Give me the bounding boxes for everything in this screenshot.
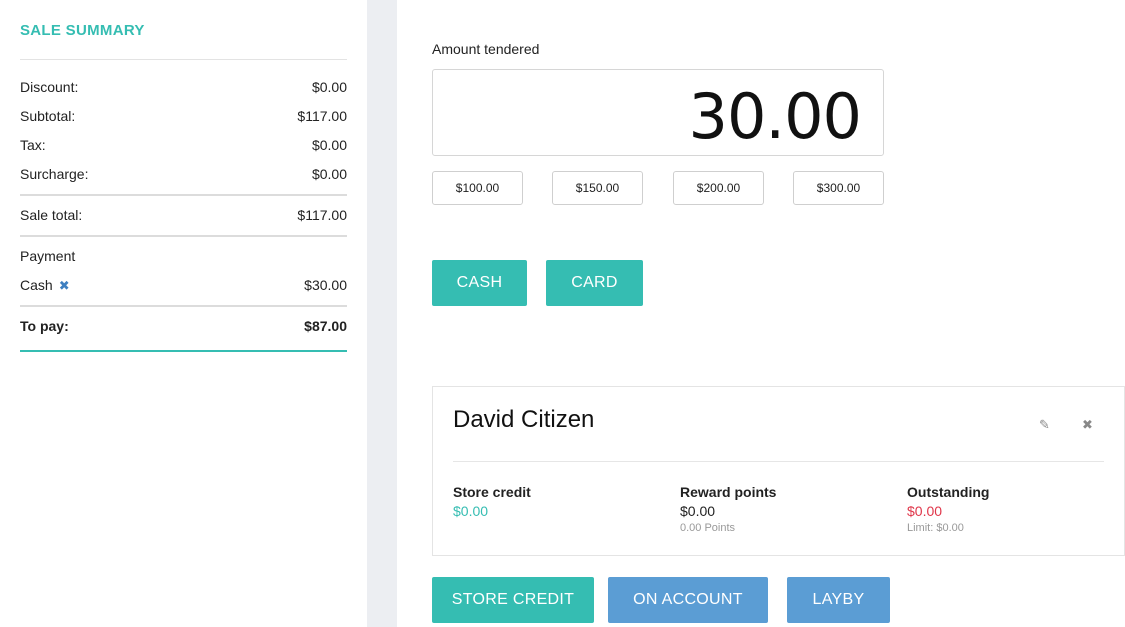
to-pay-row: To pay: $87.00 bbox=[20, 318, 347, 338]
subtotal-label: Subtotal: bbox=[20, 108, 76, 124]
sale-total-label: Sale total: bbox=[20, 207, 83, 223]
customer-name: David Citizen bbox=[453, 406, 595, 433]
on-account-button[interactable]: ON ACCOUNT bbox=[608, 577, 768, 623]
quick-amount-200-button[interactable]: $200.00 bbox=[673, 171, 764, 205]
card-button[interactable]: CARD bbox=[546, 260, 643, 306]
reward-points-stat: Reward points $0.00 0.00 Points bbox=[680, 484, 880, 534]
store-credit-stat: Store credit $0.00 bbox=[453, 484, 653, 519]
surcharge-value: $0.00 bbox=[311, 166, 347, 182]
payment-heading-row: Payment bbox=[20, 248, 347, 268]
payment-method-label: Cash bbox=[20, 277, 53, 293]
discount-row: Discount: $0.00 bbox=[20, 79, 347, 99]
discount-value: $0.00 bbox=[311, 79, 347, 95]
store-credit-label: Store credit bbox=[453, 484, 531, 500]
store-credit-value: $0.00 bbox=[453, 503, 489, 519]
outstanding-limit: Limit: $0.00 bbox=[907, 522, 964, 534]
sale-summary-title: SALE SUMMARY bbox=[20, 22, 145, 39]
quick-amount-100-button[interactable]: $100.00 bbox=[432, 171, 523, 205]
panel-divider-strip bbox=[367, 0, 397, 627]
edit-customer-icon[interactable]: ✎ bbox=[1039, 417, 1050, 433]
divider bbox=[453, 461, 1104, 462]
outstanding-value: $0.00 bbox=[907, 503, 943, 519]
surcharge-label: Surcharge: bbox=[20, 166, 89, 182]
remove-customer-icon[interactable]: ✖ bbox=[1082, 417, 1093, 433]
reward-points-label: Reward points bbox=[680, 484, 777, 500]
divider bbox=[20, 59, 347, 60]
divider bbox=[20, 235, 347, 237]
divider bbox=[20, 194, 347, 196]
reward-points-value: $0.00 bbox=[680, 503, 716, 519]
amount-tendered-label: Amount tendered bbox=[432, 41, 540, 57]
store-credit-button[interactable]: STORE CREDIT bbox=[432, 577, 594, 623]
divider bbox=[20, 305, 347, 307]
reward-points-count: 0.00 Points bbox=[680, 522, 736, 534]
subtotal-value: $117.00 bbox=[297, 108, 347, 124]
outstanding-stat: Outstanding $0.00 Limit: $0.00 bbox=[907, 484, 1107, 534]
sale-total-value: $117.00 bbox=[297, 207, 347, 223]
remove-payment-icon[interactable]: ✖ bbox=[59, 278, 70, 294]
layby-button[interactable]: LAYBY bbox=[787, 577, 890, 623]
customer-card: David Citizen ✎ ✖ Store credit $0.00 Rew… bbox=[432, 386, 1125, 556]
sale-summary-panel: SALE SUMMARY Discount: $0.00 Subtotal: $… bbox=[0, 0, 367, 627]
tax-row: Tax: $0.00 bbox=[20, 137, 347, 157]
sale-total-row: Sale total: $117.00 bbox=[20, 207, 347, 227]
surcharge-row: Surcharge: $0.00 bbox=[20, 166, 347, 186]
payment-heading: Payment bbox=[20, 248, 76, 264]
quick-amount-300-button[interactable]: $300.00 bbox=[793, 171, 884, 205]
discount-label: Discount: bbox=[20, 79, 79, 95]
to-pay-value: $87.00 bbox=[304, 318, 347, 334]
payment-line-row: Cash ✖ $30.00 bbox=[20, 277, 347, 297]
payment-line-value: $30.00 bbox=[304, 277, 347, 293]
to-pay-label: To pay: bbox=[20, 318, 69, 334]
payment-line-label-wrap: Cash ✖ bbox=[20, 277, 70, 294]
tax-value: $0.00 bbox=[311, 137, 347, 153]
quick-amount-150-button[interactable]: $150.00 bbox=[552, 171, 643, 205]
to-pay-underline bbox=[20, 350, 347, 352]
amount-tendered-value[interactable]: 30.00 bbox=[689, 80, 862, 153]
tax-label: Tax: bbox=[20, 137, 46, 153]
amount-tendered-input[interactable]: 30.00 bbox=[432, 69, 884, 156]
cash-button[interactable]: CASH bbox=[432, 260, 527, 306]
subtotal-row: Subtotal: $117.00 bbox=[20, 108, 347, 128]
outstanding-label: Outstanding bbox=[907, 484, 990, 500]
